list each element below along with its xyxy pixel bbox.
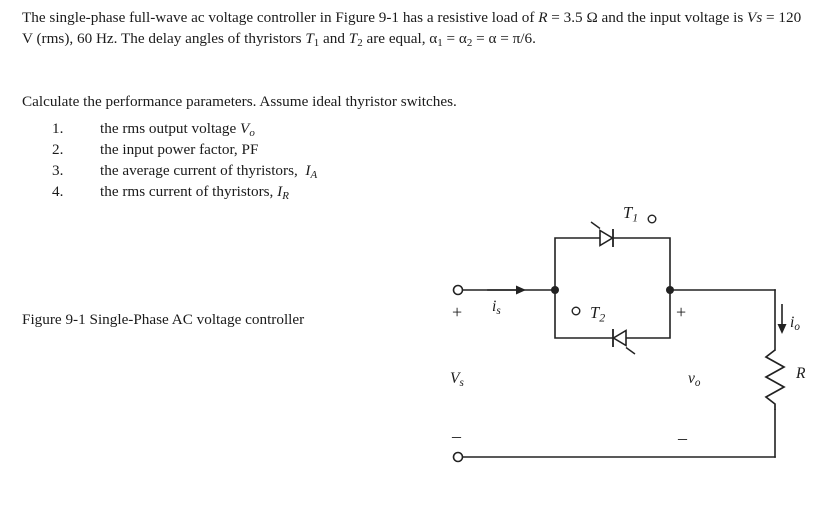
task-list: 1. the rms output voltage Vo 2. the inpu… [52, 118, 572, 202]
arrow-is-head [516, 285, 526, 295]
label-thyristor-t2: T2 [590, 303, 606, 325]
label-thyristor-t1: T1 [623, 203, 639, 225]
list-item-number: 1. [52, 120, 64, 137]
circuit-diagram: T1 T2 is Vs vo io R + + – – [430, 200, 829, 490]
label-source-voltage: Vs [450, 370, 464, 390]
list-item: 2. the input power factor, PF [52, 139, 572, 160]
gate-terminal-t1 [647, 214, 657, 224]
thyristor-t1-symbol [590, 221, 615, 247]
label-resistor: R [796, 365, 806, 382]
list-item-number: 3. [52, 162, 64, 179]
list-item: 4. the rms current of thyristors, IR [52, 181, 572, 202]
figure-caption: Figure 9-1 Single-Phase AC voltage contr… [22, 311, 305, 328]
gate-terminal-t2 [571, 306, 581, 316]
circuit-svg [452, 214, 787, 463]
list-item: 1. the rms output voltage Vo [52, 118, 572, 139]
list-item-number: 4. [52, 183, 64, 200]
arrow-io [777, 304, 787, 334]
resistor-symbol [764, 349, 786, 410]
problem-statement: The single-phase full-wave ac voltage co… [22, 9, 802, 49]
label-plus-output: + [676, 302, 687, 322]
calculation-instruction: Calculate the performance parameters. As… [22, 93, 457, 110]
document-page: The single-phase full-wave ac voltage co… [0, 0, 829, 526]
list-item-number: 2. [52, 141, 64, 158]
source-terminal-top [452, 284, 464, 296]
label-plus-source: + [452, 302, 463, 322]
source-terminal-bottom [452, 451, 464, 463]
label-output-voltage: vo [688, 370, 701, 390]
list-item: 3. the average current of thyristors, IA [52, 160, 572, 181]
thyristor-t2-symbol [611, 329, 636, 355]
label-minus-output: – [678, 428, 687, 448]
list-item-text: the input power factor, PF [100, 141, 259, 158]
label-source-current: is [492, 298, 501, 318]
label-minus-source: – [452, 426, 461, 446]
label-output-current: io [790, 314, 800, 334]
